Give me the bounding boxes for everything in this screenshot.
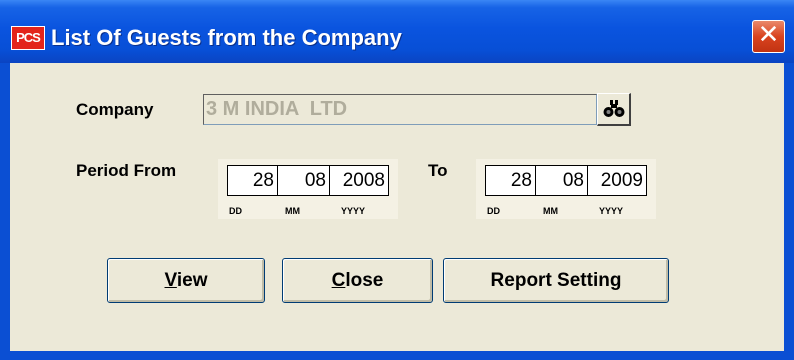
view-button-label: iew — [176, 270, 208, 291]
to-dd-label: DD — [487, 206, 500, 216]
company-input[interactable]: 3 M INDIA LTD — [203, 94, 597, 125]
from-year-input[interactable]: 2008 — [329, 165, 389, 196]
close-button[interactable]: Close — [282, 258, 433, 303]
to-yyyy-label: YYYY — [599, 206, 624, 216]
dialog-window: PCS List Of Guests from the Company ✕ Co… — [0, 0, 794, 360]
from-yyyy-label: YYYY — [341, 206, 366, 216]
view-button-mnemonic: V — [164, 270, 177, 291]
company-search-button[interactable] — [597, 93, 631, 126]
window-title: List Of Guests from the Company — [51, 25, 402, 50]
to-month-input[interactable]: 08 — [535, 165, 588, 196]
to-date-group: 28 08 2009 DD MM YYYY — [476, 159, 656, 219]
binoculars-icon — [603, 100, 625, 117]
from-mm-label: MM — [285, 206, 300, 216]
app-icon: PCS — [11, 26, 45, 50]
period-from-label: Period From — [76, 161, 177, 180]
to-year-input[interactable]: 2009 — [587, 165, 647, 196]
to-label: To — [428, 161, 448, 180]
title-bar[interactable]: PCS List Of Guests from the Company ✕ — [0, 0, 794, 63]
report-setting-button[interactable]: Report Setting — [443, 258, 669, 303]
from-dd-label: DD — [229, 206, 242, 216]
from-month-input[interactable]: 08 — [277, 165, 330, 196]
window-close-button[interactable]: ✕ — [752, 20, 785, 53]
close-button-label: lose — [345, 270, 384, 291]
from-day-input[interactable]: 28 — [227, 165, 278, 196]
from-date-group: 28 08 2008 DD MM YYYY — [218, 159, 398, 219]
to-day-input[interactable]: 28 — [485, 165, 536, 196]
company-label: Company — [76, 100, 154, 119]
view-button[interactable]: View — [107, 258, 265, 303]
close-button-mnemonic: C — [331, 270, 346, 291]
dialog-body: Company 3 M INDIA LTD Period From 28 08 … — [10, 63, 784, 351]
to-mm-label: MM — [543, 206, 558, 216]
